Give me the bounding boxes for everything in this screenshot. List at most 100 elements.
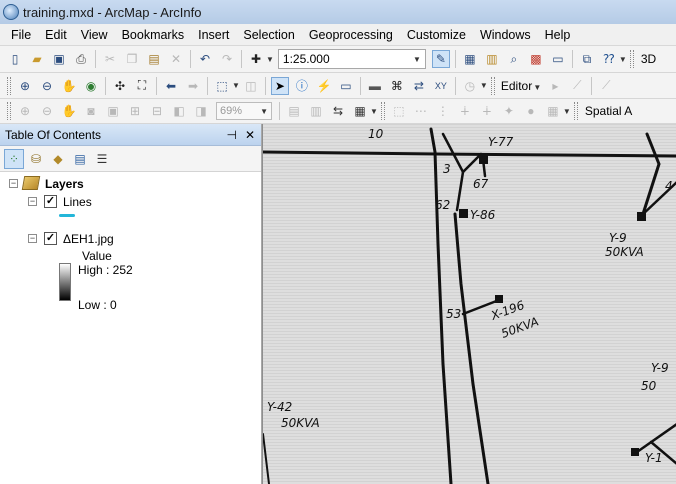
- map-display[interactable]: 10 Y-77 3 67 62 Y-86 53 X-196 50KVA Y-9 …: [262, 124, 676, 484]
- show-shared-features-icon[interactable]: ⋯: [412, 102, 430, 120]
- three-d-toolbar-label[interactable]: 3D: [641, 52, 656, 66]
- spatial-analyst-label[interactable]: Spatial A: [585, 104, 632, 118]
- measure-icon[interactable]: ▬: [366, 77, 384, 95]
- fixed-zoom-in-layout-icon[interactable]: ⊞: [126, 102, 144, 120]
- new-document-icon[interactable]: ▯: [6, 50, 24, 68]
- find-binoculars-icon[interactable]: ⌘: [388, 77, 406, 95]
- toolbar-grip[interactable]: [573, 102, 578, 120]
- list-by-selection-icon[interactable]: ▤: [70, 149, 90, 169]
- catalog-icon[interactable]: ▥: [483, 50, 501, 68]
- zoom-100-icon[interactable]: ▣: [104, 102, 122, 120]
- options-icon[interactable]: ☰: [92, 149, 112, 169]
- focus-data-frame-icon[interactable]: ▥: [307, 102, 325, 120]
- menu-insert[interactable]: Insert: [191, 24, 236, 46]
- add-data-icon[interactable]: ✚: [247, 50, 265, 68]
- toolbar-grip[interactable]: [7, 102, 11, 120]
- whats-this-help-icon[interactable]: ⁇: [600, 50, 618, 68]
- print-icon[interactable]: ⎙: [72, 50, 90, 68]
- edit-annotation-icon[interactable]: ⟋: [568, 77, 586, 95]
- paste-icon[interactable]: ▤: [145, 50, 163, 68]
- layout-pan-icon[interactable]: ✋: [60, 102, 78, 120]
- layout-zoom-percent-dropdown[interactable]: 69% ▼: [216, 102, 272, 120]
- previous-extent-layout-icon[interactable]: ◧: [170, 102, 188, 120]
- editor-menu[interactable]: Editor ▼: [501, 79, 542, 93]
- raster-visibility-checkbox[interactable]: ✓: [44, 232, 57, 245]
- fixed-zoom-out-layout-icon[interactable]: ⊟: [148, 102, 166, 120]
- fixed-zoom-in-icon[interactable]: ✣: [111, 77, 129, 95]
- close-icon[interactable]: ✕: [245, 128, 255, 142]
- hyperlink-icon[interactable]: ⚡: [315, 77, 333, 95]
- auto-hide-pin-icon[interactable]: ⊣: [226, 128, 236, 142]
- menu-bookmarks[interactable]: Bookmarks: [115, 24, 192, 46]
- change-layout-icon[interactable]: ⇆: [329, 102, 347, 120]
- layout-zoom-out-icon[interactable]: ⊖: [38, 102, 56, 120]
- editor-toolbar-icon[interactable]: ✎: [431, 50, 450, 68]
- back-extent-icon[interactable]: ⬅: [162, 77, 180, 95]
- python-window-icon[interactable]: ▭: [549, 50, 567, 68]
- layers-group-label[interactable]: Layers: [45, 177, 84, 191]
- toolbar-grip[interactable]: [7, 76, 11, 95]
- select-elements-arrow-icon[interactable]: ➤: [270, 76, 289, 95]
- model-builder-icon[interactable]: ⧉: [578, 50, 596, 68]
- topology-node-icon[interactable]: ∔: [478, 102, 496, 120]
- collapse-lines-icon[interactable]: −: [28, 197, 37, 206]
- menu-selection[interactable]: Selection: [236, 24, 301, 46]
- cut-icon[interactable]: ✂: [101, 50, 119, 68]
- select-dropdown-icon[interactable]: ▼: [232, 81, 240, 90]
- toolbar-grip[interactable]: [629, 50, 634, 68]
- next-extent-layout-icon[interactable]: ◨: [192, 102, 210, 120]
- error-inspector-icon[interactable]: ▦: [544, 102, 562, 120]
- straight-segment-icon[interactable]: ⟋: [597, 77, 615, 95]
- lines-layer-label[interactable]: Lines: [63, 195, 92, 209]
- zoom-out-icon[interactable]: ⊖: [38, 77, 56, 95]
- menu-edit[interactable]: Edit: [38, 24, 74, 46]
- forward-extent-icon[interactable]: ➡: [184, 77, 202, 95]
- menu-view[interactable]: View: [74, 24, 115, 46]
- zoom-in-icon[interactable]: ⊕: [16, 77, 34, 95]
- list-by-visibility-icon[interactable]: ◆: [48, 149, 68, 169]
- topology-edit-icon[interactable]: ⬚: [390, 102, 408, 120]
- html-popup-icon[interactable]: ▭: [337, 77, 355, 95]
- collapse-raster-icon[interactable]: −: [28, 234, 37, 243]
- find-route-icon[interactable]: ⇄: [410, 77, 428, 95]
- collapse-layers-icon[interactable]: −: [9, 179, 18, 188]
- zoom-whole-page-icon[interactable]: ◙: [82, 102, 100, 120]
- toolbar-options-icon[interactable]: ▼: [370, 107, 378, 116]
- lines-symbol-swatch[interactable]: [59, 214, 75, 217]
- fix-topology-error-icon[interactable]: ✦: [500, 102, 518, 120]
- toolbar-grip[interactable]: [380, 102, 385, 120]
- menu-geoprocessing[interactable]: Geoprocessing: [302, 24, 400, 46]
- toolbar-grip[interactable]: [490, 76, 495, 95]
- menu-help[interactable]: Help: [538, 24, 578, 46]
- topology-vertex-icon[interactable]: ∔: [456, 102, 474, 120]
- undo-icon[interactable]: ↶: [196, 50, 214, 68]
- save-icon[interactable]: ▣: [50, 50, 68, 68]
- list-by-drawing-order-icon[interactable]: ⁘: [4, 148, 24, 169]
- table-window-icon[interactable]: ▦: [461, 50, 479, 68]
- search-window-icon[interactable]: ⌕: [505, 50, 523, 68]
- identify-icon[interactable]: ⓘ: [293, 77, 311, 95]
- menu-windows[interactable]: Windows: [473, 24, 538, 46]
- raster-color-ramp[interactable]: [59, 263, 71, 301]
- go-to-xy-icon[interactable]: XY: [432, 77, 450, 95]
- data-driven-pages-icon[interactable]: ▦: [351, 102, 369, 120]
- list-by-source-icon[interactable]: ⛁: [26, 149, 46, 169]
- add-data-dropdown-icon[interactable]: ▼: [266, 55, 274, 64]
- toolbar-options-icon[interactable]: ▼: [480, 81, 488, 90]
- select-features-icon[interactable]: ⬚: [213, 77, 231, 95]
- menu-customize[interactable]: Customize: [400, 24, 473, 46]
- validate-topology-icon[interactable]: ●: [522, 102, 540, 120]
- map-scale-dropdown[interactable]: 1:25.000 ▼: [277, 49, 426, 69]
- fixed-zoom-out-icon[interactable]: ⛶: [133, 77, 151, 95]
- lines-visibility-checkbox[interactable]: ✓: [44, 195, 57, 208]
- delete-icon[interactable]: ✕: [167, 50, 185, 68]
- redo-icon[interactable]: ↷: [218, 50, 236, 68]
- open-folder-icon[interactable]: ▰: [28, 50, 46, 68]
- full-extent-globe-icon[interactable]: ◉: [82, 77, 100, 95]
- raster-layer-label[interactable]: ΔΕΗ1.jpg: [63, 232, 114, 246]
- layout-zoom-in-icon[interactable]: ⊕: [16, 102, 34, 120]
- edit-tool-icon[interactable]: ▸: [546, 77, 564, 95]
- map-topology-icon[interactable]: ⋮: [434, 102, 452, 120]
- pan-hand-icon[interactable]: ✋: [60, 77, 78, 95]
- toolbar-options-icon[interactable]: ▼: [619, 55, 627, 64]
